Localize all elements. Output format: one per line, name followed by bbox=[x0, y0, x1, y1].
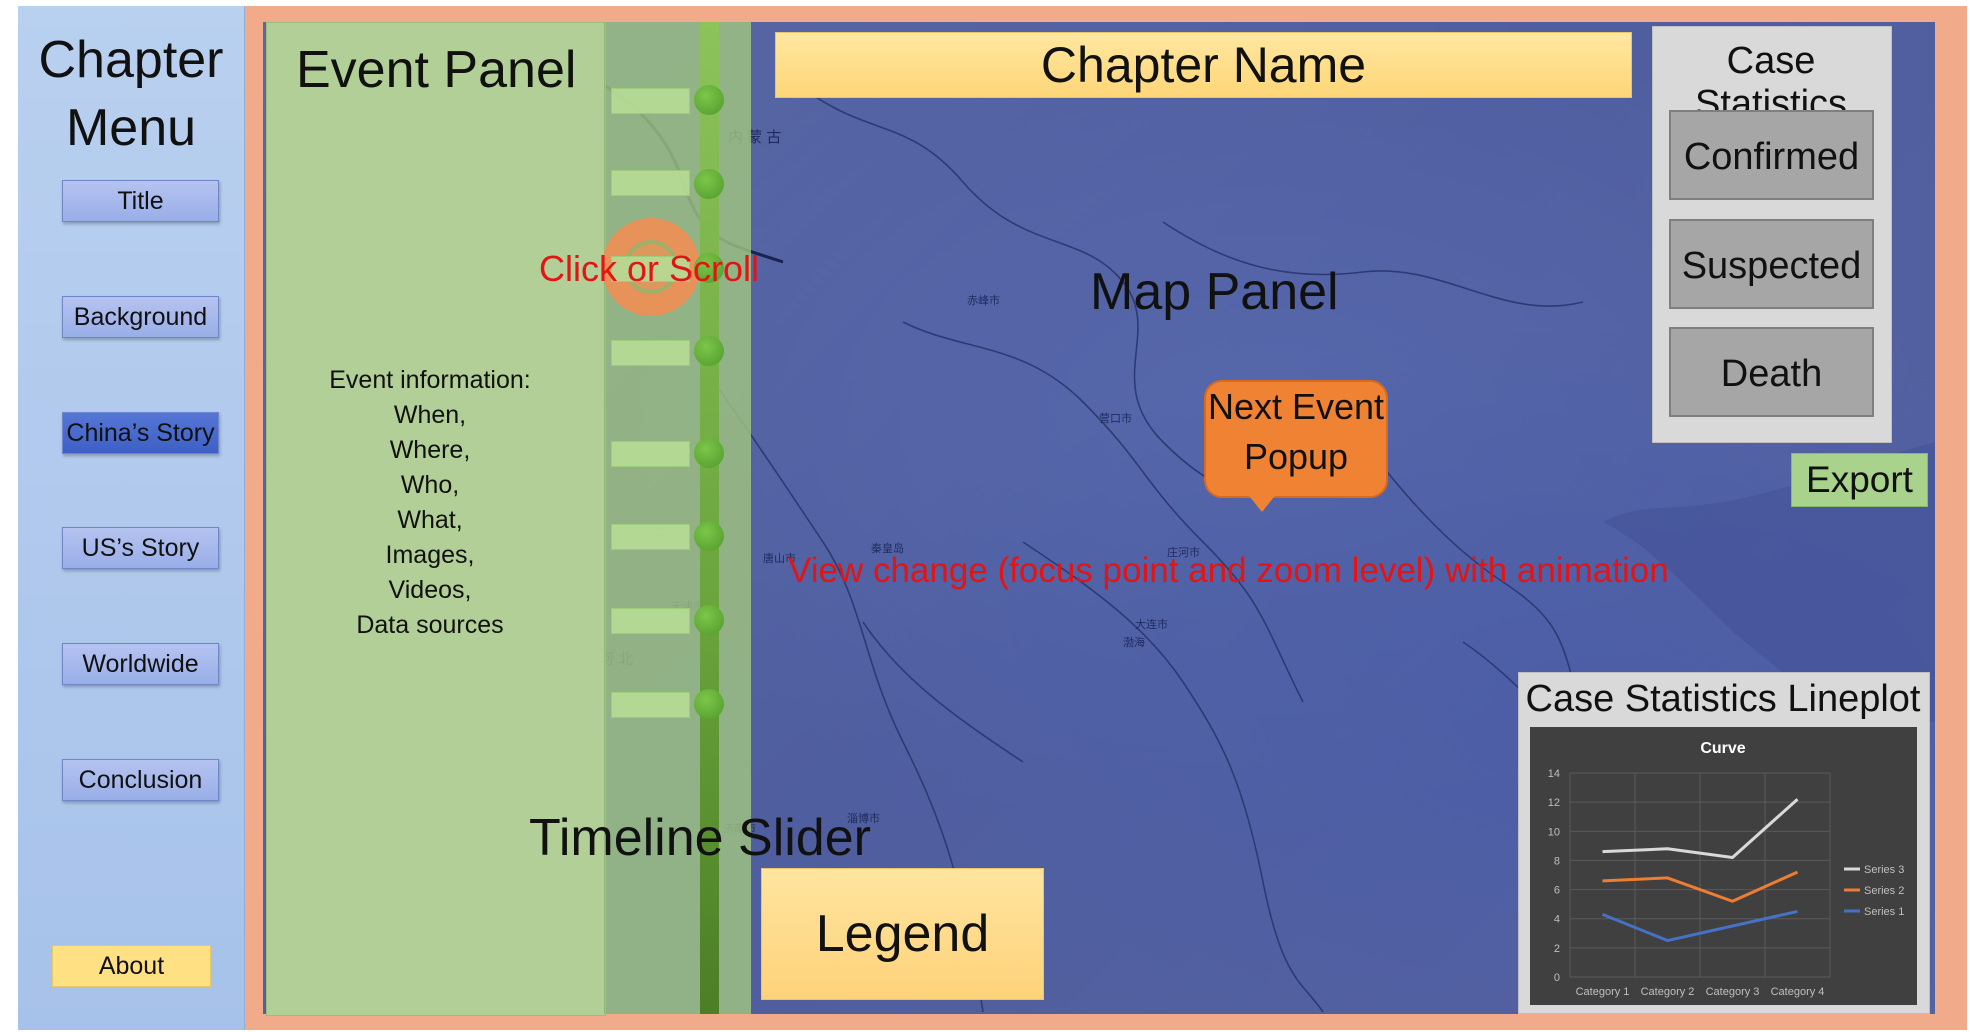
event-info-line: Images, bbox=[385, 541, 475, 569]
timeline-event-dot[interactable] bbox=[694, 438, 724, 468]
death-stat[interactable]: Death bbox=[1669, 327, 1874, 417]
legend-entry: Series 1 bbox=[1864, 906, 1904, 918]
popup-line2: Popup bbox=[1243, 436, 1349, 477]
chapter-menu-title: Chapter Menu bbox=[18, 26, 244, 162]
timeline-event-marker[interactable] bbox=[611, 608, 690, 634]
event-info-line: Videos, bbox=[388, 576, 472, 604]
timeline-event-marker[interactable] bbox=[611, 88, 690, 114]
map-label-chifeng: 赤峰市 bbox=[967, 293, 1000, 307]
event-panel-title: Event Panel bbox=[296, 41, 577, 99]
x-tick-label: Category 1 bbox=[1576, 986, 1630, 998]
menu-item-title[interactable]: Title bbox=[62, 180, 219, 222]
timeline-event-marker[interactable] bbox=[611, 441, 690, 467]
x-tick-label: Category 3 bbox=[1706, 986, 1760, 998]
timeline-event-dot[interactable] bbox=[694, 169, 724, 199]
timeline-event-dot[interactable] bbox=[694, 521, 724, 551]
map-label-bohai: 渤海 bbox=[1123, 635, 1145, 649]
popup-line1: Next Event bbox=[1207, 386, 1385, 427]
popup-pointer bbox=[1246, 492, 1278, 512]
timeline-event-dot[interactable] bbox=[694, 689, 724, 719]
chapter-menu-title-line1: Chapter bbox=[38, 31, 224, 89]
lineplot-panel-title: Case Statistics Lineplot bbox=[1525, 678, 1921, 720]
timeline-event-dot[interactable] bbox=[694, 605, 724, 635]
lineplot-chart: Curve 0 2 4 6 8 10 12 14 Category 1 Category 2 Cate… bbox=[1530, 727, 1917, 1005]
timeline-slider-label: Timeline Slider bbox=[529, 809, 871, 867]
event-info-line: Where, bbox=[389, 436, 471, 464]
chart-title: Curve bbox=[1700, 740, 1745, 757]
about-button[interactable]: About bbox=[52, 945, 211, 987]
event-info-line: Who, bbox=[400, 471, 460, 499]
timeline-event-dot[interactable] bbox=[694, 336, 724, 366]
chapter-menu-sidebar: Chapter Menu bbox=[18, 6, 245, 1030]
menu-item-us-story[interactable]: US’s Story bbox=[62, 527, 219, 569]
map-legend: Legend bbox=[761, 868, 1044, 1000]
y-tick-label: 6 bbox=[1554, 885, 1560, 897]
y-tick-label: 10 bbox=[1548, 826, 1560, 838]
menu-item-conclusion[interactable]: Conclusion bbox=[62, 759, 219, 801]
map-panel-label: Map Panel bbox=[1090, 263, 1339, 321]
y-tick-label: 12 bbox=[1548, 797, 1560, 809]
next-event-popup[interactable]: Next Event Popup bbox=[1204, 380, 1388, 498]
event-info-line: Data sources bbox=[356, 611, 504, 639]
export-button[interactable]: Export bbox=[1791, 453, 1928, 507]
chapter-menu-title-line2: Menu bbox=[65, 99, 197, 157]
x-tick-label: Category 4 bbox=[1771, 986, 1825, 998]
event-info-line: When, bbox=[393, 401, 467, 429]
timeline-event-marker[interactable] bbox=[611, 524, 690, 550]
event-information: Event information: When, Where, Who, Wha… bbox=[300, 363, 560, 643]
y-tick-label: 2 bbox=[1554, 943, 1560, 955]
y-tick-label: 0 bbox=[1554, 972, 1560, 984]
y-tick-label: 8 bbox=[1554, 855, 1560, 867]
y-tick-label: 14 bbox=[1548, 768, 1560, 780]
suspected-stat[interactable]: Suspected bbox=[1669, 219, 1874, 309]
confirmed-stat[interactable]: Confirmed bbox=[1669, 110, 1874, 200]
click-or-scroll-hint: Click or Scroll bbox=[539, 248, 760, 289]
event-info-line: Event information: bbox=[329, 366, 531, 394]
chapter-name-banner: Chapter Name bbox=[775, 32, 1632, 98]
timeline-event-marker[interactable] bbox=[611, 340, 690, 366]
menu-item-worldwide[interactable]: Worldwide bbox=[62, 643, 219, 685]
lineplot-svg: Curve 0 2 4 6 8 10 12 14 Category 1 Category 2 Cate… bbox=[1548, 740, 1905, 998]
menu-item-background[interactable]: Background bbox=[62, 296, 219, 338]
timeline-event-dot[interactable] bbox=[694, 85, 724, 115]
legend-entry: Series 2 bbox=[1864, 885, 1904, 897]
timeline-event-marker[interactable] bbox=[611, 170, 690, 196]
y-tick-label: 4 bbox=[1554, 914, 1560, 926]
timeline-event-marker[interactable] bbox=[611, 692, 690, 718]
legend-entry: Series 3 bbox=[1864, 864, 1904, 876]
map-label-dalian: 大连市 bbox=[1135, 617, 1168, 631]
menu-item-chinas-story[interactable]: China’s Story bbox=[62, 412, 219, 454]
event-info-line: What, bbox=[397, 506, 463, 534]
map-label-yingkou: 营口市 bbox=[1099, 411, 1132, 425]
view-change-note: View change (focus point and zoom level)… bbox=[788, 551, 1669, 590]
x-tick-label: Category 2 bbox=[1641, 986, 1695, 998]
